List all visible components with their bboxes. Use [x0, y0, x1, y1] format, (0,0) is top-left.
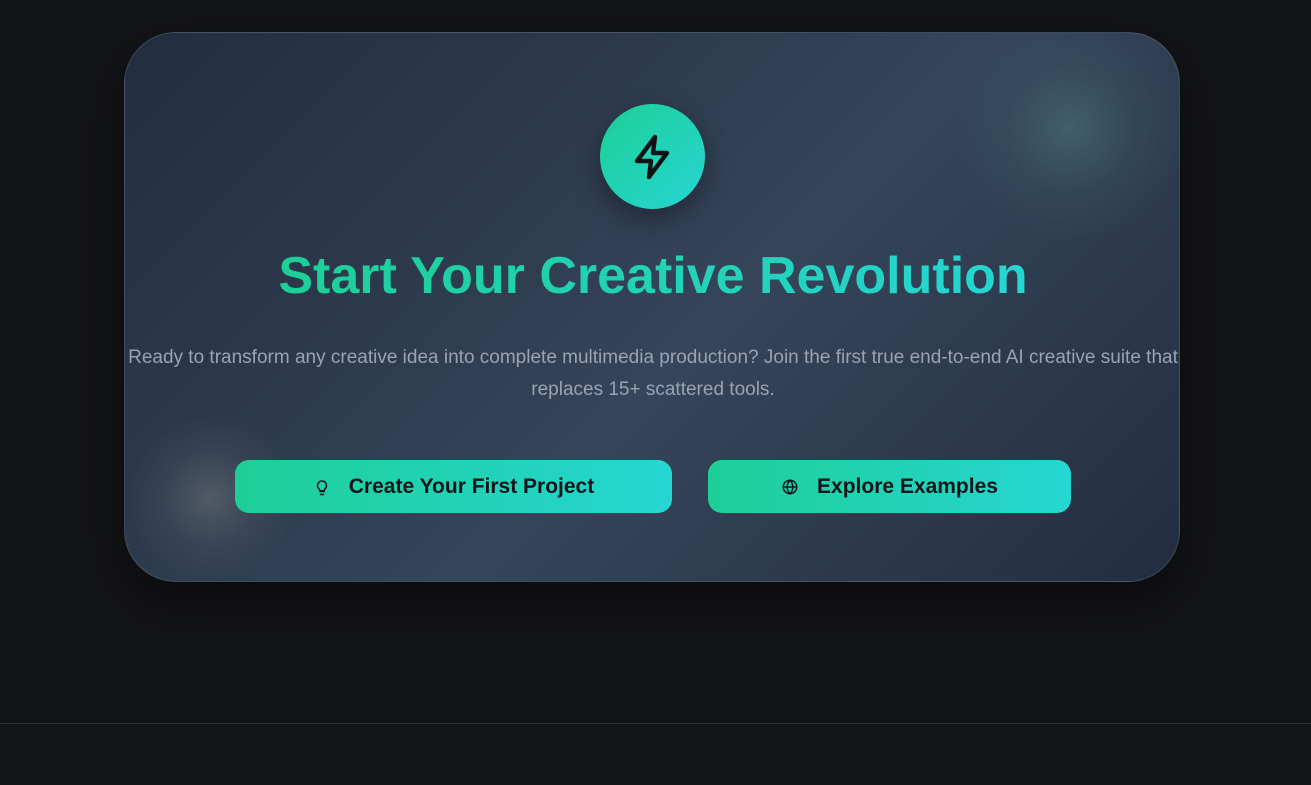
page: Start Your Creative Revolution Ready to … [0, 0, 1311, 785]
globe-icon [781, 478, 799, 496]
lightbulb-icon [313, 478, 331, 496]
lightning-bolt-icon [600, 104, 705, 209]
explore-examples-button[interactable]: Explore Examples [708, 460, 1071, 513]
decorative-glow [955, 33, 1179, 243]
cta-card: Start Your Creative Revolution Ready to … [124, 32, 1180, 582]
create-first-project-label: Create Your First Project [348, 474, 595, 498]
footer [0, 724, 1311, 785]
cta-headline: Start Your Creative Revolution [278, 247, 1028, 305]
explore-examples-label: Explore Examples [817, 474, 998, 498]
create-first-project-button[interactable]: Create Your First Project [235, 460, 672, 513]
cta-description: Ready to transform any creative idea int… [128, 347, 1178, 400]
